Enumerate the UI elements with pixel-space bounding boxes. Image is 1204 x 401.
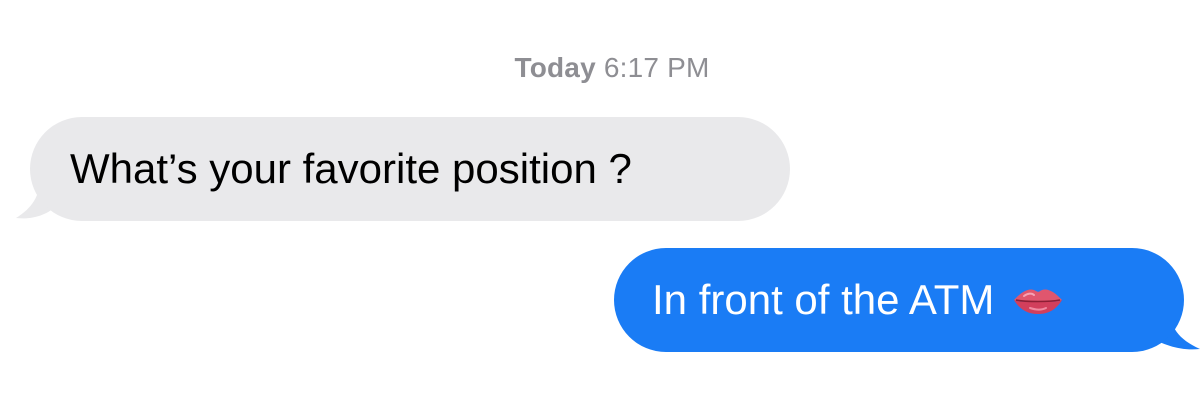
timestamp-day: Today — [514, 52, 596, 83]
incoming-message-text: What’s your favorite position ? — [70, 145, 632, 192]
message-timestamp: Today 6:17 PM — [0, 52, 1204, 84]
lips-icon — [1014, 289, 1063, 314]
outgoing-message-text: In front of the ATM — [652, 276, 995, 323]
outgoing-message-bubble[interactable]: In front of the ATM — [614, 248, 1184, 352]
timestamp-time: 6:17 PM — [603, 52, 710, 83]
incoming-message-bubble[interactable]: What’s your favorite position ? — [30, 117, 790, 221]
